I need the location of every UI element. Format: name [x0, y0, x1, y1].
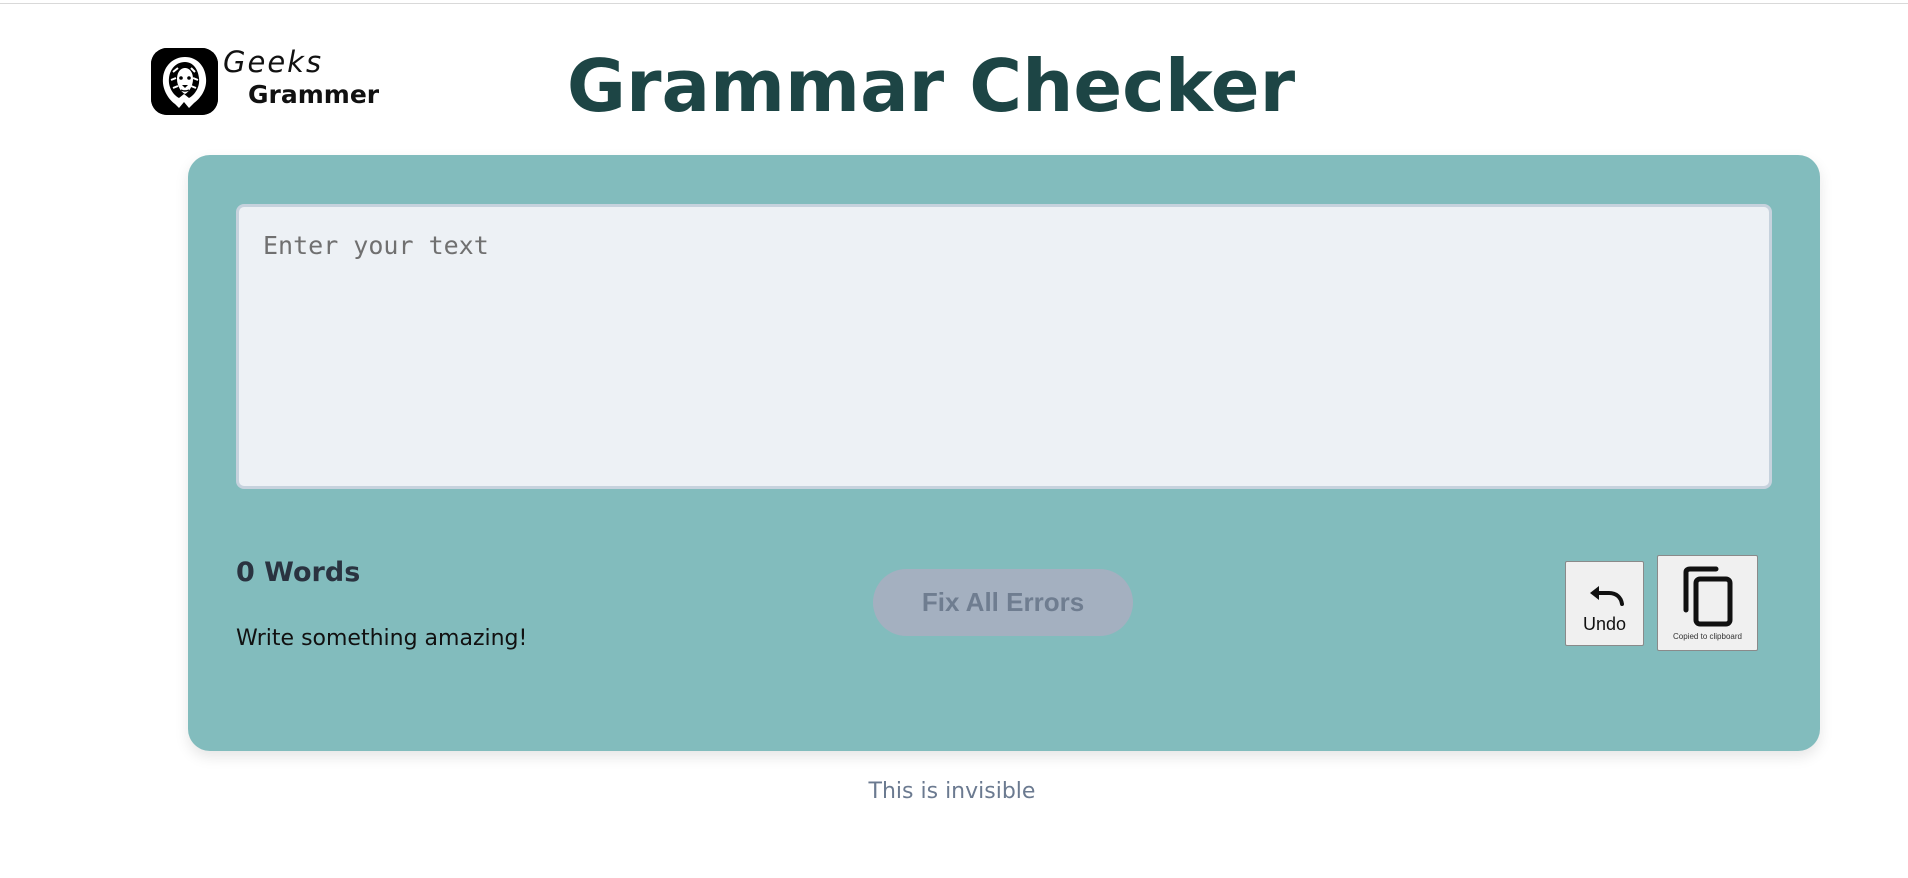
copy-icon [1683, 566, 1733, 627]
page-title: Grammar Checker [566, 44, 1296, 128]
fix-all-errors-button[interactable]: Fix All Errors [873, 569, 1133, 636]
top-divider [0, 3, 1908, 4]
footer-note: This is invisible [868, 779, 1036, 804]
undo-button[interactable]: Undo [1565, 561, 1644, 646]
editor-card: 0 Words Write something amazing! Fix All… [188, 155, 1820, 751]
undo-label: Undo [1582, 614, 1627, 634]
word-count: 0 Words [236, 557, 361, 588]
undo-arrow-icon [1590, 586, 1624, 606]
text-input[interactable] [236, 204, 1772, 489]
page: Geeks Grammer Grammar Checker 0 Words Wr… [0, 0, 1908, 878]
copy-status-label: Copied to clipboard [1673, 632, 1742, 641]
status-hint: Write something amazing! [236, 626, 528, 651]
copy-to-clipboard-button[interactable]: Copied to clipboard [1657, 555, 1758, 651]
